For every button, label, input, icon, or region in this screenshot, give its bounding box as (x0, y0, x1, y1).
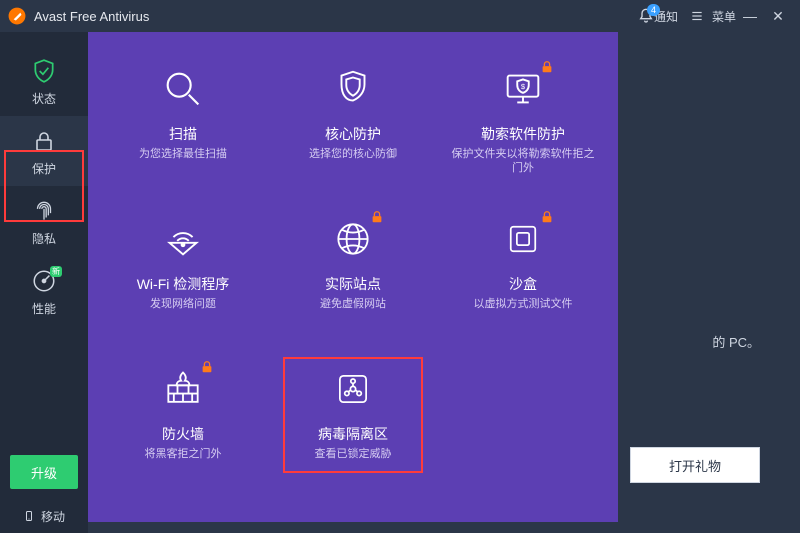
tile-core-shields[interactable]: 核心防护 选择您的核心防御 (268, 52, 438, 202)
tile-desc: 以虚拟方式测试文件 (474, 297, 573, 311)
tile-label: Wi-Fi 检测程序 (137, 274, 230, 294)
tile-label: 实际站点 (325, 274, 381, 294)
premium-lock-icon (540, 210, 554, 224)
avast-logo-icon (8, 7, 26, 25)
app-title: Avast Free Antivirus (34, 9, 149, 24)
background-text: 的 PC。 (712, 332, 760, 351)
tile-firewall[interactable]: 防火墙 将黑客拒之门外 (98, 352, 268, 502)
sidebar-item-performance[interactable]: 新 性能 (0, 256, 88, 326)
tile-real-site[interactable]: 实际站点 避免虚假网站 (268, 202, 438, 352)
premium-lock-icon (370, 210, 384, 224)
tile-virus-chest[interactable]: 病毒隔离区 查看已锁定威胁 (268, 352, 438, 502)
sidebar-item-protect[interactable]: 保护 (0, 116, 88, 186)
tile-ransomware[interactable]: $ 勒索软件防护 保护文件夹以将勒索软件拒之门外 (438, 52, 608, 202)
tile-desc: 发现网络问题 (150, 297, 216, 311)
svg-text:$: $ (521, 82, 526, 91)
tile-label: 核心防护 (325, 124, 381, 144)
sidebar: 状态 保护 隐私 新 性能 (0, 32, 88, 533)
open-gift-button[interactable]: 打开礼物 (630, 447, 760, 483)
notify-badge: 4 (647, 4, 660, 16)
close-button[interactable]: ✕ (764, 8, 792, 25)
tile-label: 病毒隔离区 (318, 424, 388, 444)
firewall-icon (158, 364, 208, 414)
tile-label: 扫描 (169, 124, 197, 144)
tile-desc: 避免虚假网站 (320, 297, 386, 311)
sidebar-item-status[interactable]: 状态 (0, 46, 88, 116)
sidebar-item-label: 性能 (32, 300, 56, 317)
mobile-button[interactable]: 移动 (0, 499, 88, 533)
tile-desc: 保护文件夹以将勒索软件拒之门外 (448, 147, 598, 176)
lock-icon (29, 126, 59, 156)
sidebar-item-label: 保护 (32, 160, 56, 177)
tile-desc: 将黑客拒之门外 (145, 447, 222, 461)
shield-check-icon (29, 56, 59, 86)
tile-desc: 查看已锁定威胁 (315, 447, 392, 461)
tile-wifi-inspector[interactable]: Wi-Fi 检测程序 发现网络问题 (98, 202, 268, 352)
premium-lock-icon (540, 60, 554, 74)
bell-icon: 4 (638, 8, 654, 24)
premium-lock-icon (200, 360, 214, 374)
sidebar-item-label: 状态 (32, 90, 56, 107)
tile-desc: 为您选择最佳扫描 (139, 147, 227, 161)
sandbox-icon (498, 214, 548, 264)
upgrade-button[interactable]: 升级 (10, 455, 78, 489)
fingerprint-icon (29, 196, 59, 226)
new-badge: 新 (50, 266, 62, 277)
menu-icon (690, 9, 708, 23)
tile-sandbox[interactable]: 沙盒 以虚拟方式测试文件 (438, 202, 608, 352)
sidebar-item-label: 隐私 (32, 230, 56, 247)
quarantine-icon (328, 364, 378, 414)
menu-label: 菜单 (712, 8, 736, 25)
notify-button[interactable]: 4 通知 (638, 8, 678, 25)
globe-icon (328, 214, 378, 264)
tile-desc: 选择您的核心防御 (309, 147, 397, 161)
upgrade-label: 升级 (31, 463, 57, 482)
app-window: Avast Free Antivirus 4 通知 菜单 — ✕ 状态 (0, 0, 800, 533)
protect-panel: 扫描 为您选择最佳扫描 核心防护 选择您的核心防御 $ (88, 32, 618, 522)
router-icon (158, 214, 208, 264)
monitor-shield-icon: $ (498, 64, 548, 114)
mobile-icon (23, 510, 35, 522)
tile-label: 勒索软件防护 (481, 124, 565, 144)
tile-scan[interactable]: 扫描 为您选择最佳扫描 (98, 52, 268, 202)
shield-stack-icon (328, 64, 378, 114)
search-icon (158, 64, 208, 114)
tile-label: 防火墙 (162, 424, 204, 444)
sidebar-item-privacy[interactable]: 隐私 (0, 186, 88, 256)
tile-label: 沙盒 (509, 274, 537, 294)
minimize-button[interactable]: — (736, 8, 764, 24)
mobile-label: 移动 (41, 508, 65, 525)
main-area: 的 PC。 打开礼物 扫描 为您选择最佳扫描 (88, 32, 800, 533)
titlebar: Avast Free Antivirus 4 通知 菜单 — ✕ (0, 0, 800, 32)
gift-button-label: 打开礼物 (669, 456, 721, 475)
menu-button[interactable]: 菜单 (690, 8, 736, 25)
